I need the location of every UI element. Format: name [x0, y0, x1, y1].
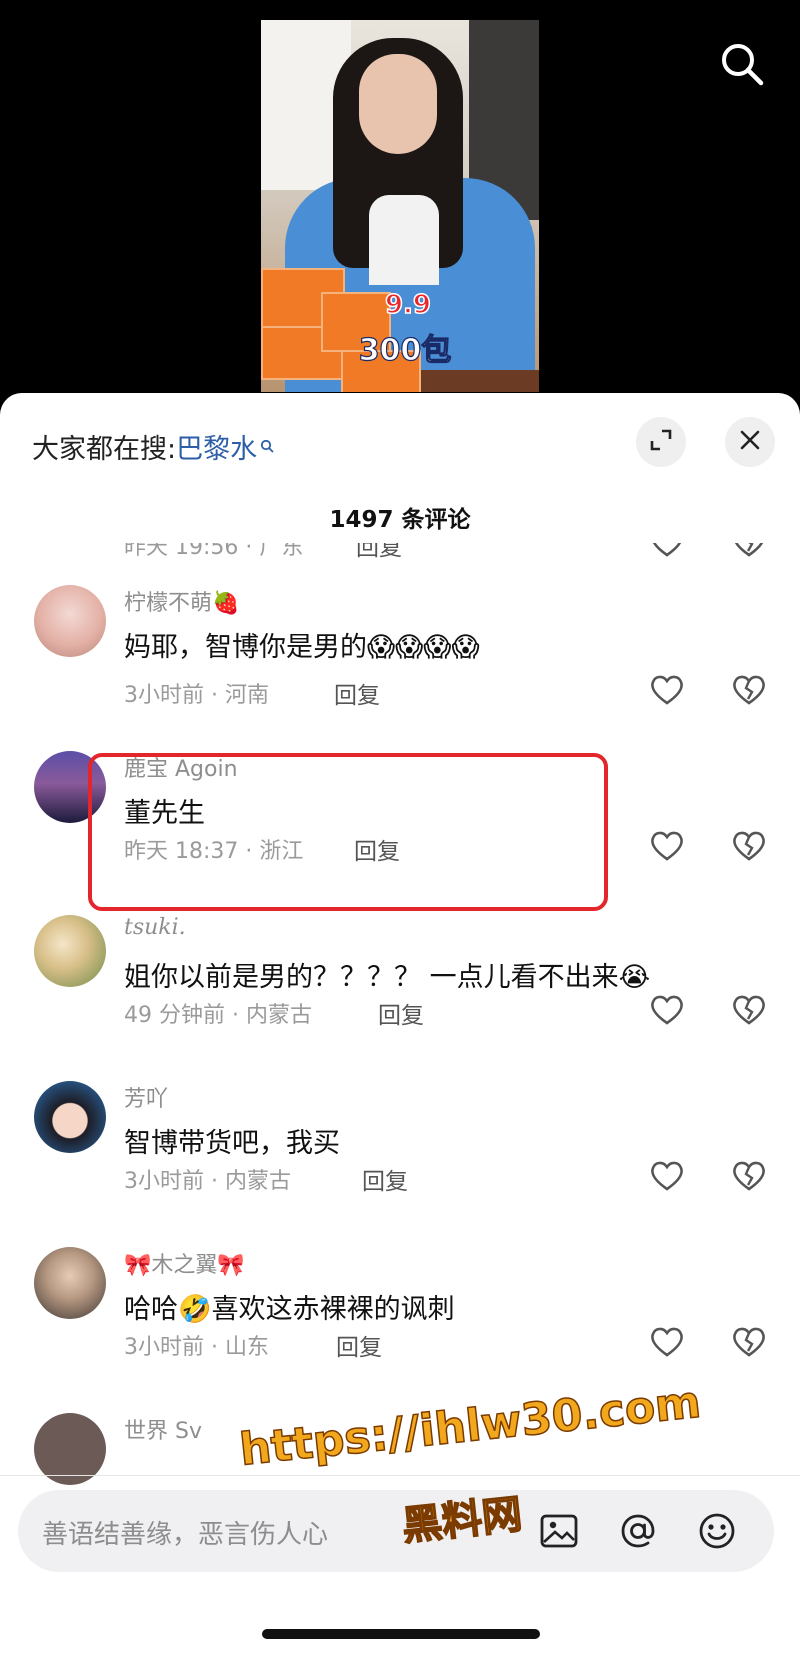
author-name[interactable]: 世界 Sv [124, 1413, 202, 1445]
comment-author[interactable]: 柠檬不萌🍓 [124, 585, 239, 617]
highlight-annotation-box [88, 753, 608, 911]
smiley-icon[interactable] [696, 1510, 738, 1552]
comment-input[interactable]: 善语结善缘，恶言伤人心 [42, 1514, 328, 1551]
comment-author[interactable]: 🎀木之翼🎀 [124, 1247, 245, 1279]
heart-icon[interactable] [648, 1157, 686, 1195]
ribbon-icon: 🎀 [217, 1253, 245, 1278]
comment-body-prefix: 哈哈 [124, 1294, 178, 1325]
heart-icon[interactable] [648, 671, 686, 709]
video-price-caption: 9.9 [384, 289, 432, 321]
comment-body: 妈耶，智博你是男的 [124, 632, 367, 663]
broken-heart-icon[interactable] [730, 827, 768, 865]
close-icon [738, 428, 762, 456]
comment-meta: 3小时前 · 山东 [124, 1335, 269, 1360]
broken-heart-icon[interactable] [730, 1323, 768, 1361]
screaming-face-icon: 😱😱😱😱 [367, 632, 480, 663]
divider [0, 1475, 800, 1476]
comment-text: 智博带货吧，我买 [124, 1128, 340, 1159]
avatar[interactable] [34, 1247, 106, 1319]
home-indicator[interactable] [262, 1629, 540, 1639]
broken-heart-icon[interactable] [730, 543, 768, 561]
hot-search-prefix: 大家都在搜: [32, 434, 177, 465]
comment-text: 哈哈🤣喜欢这赤裸裸的讽刺 [124, 1287, 455, 1326]
hot-search-keyword[interactable]: 巴黎水 [176, 434, 257, 465]
comment-count: 1497 条评论 [329, 507, 471, 533]
comment-text: 姐你以前是男的？？？？ 一点儿看不出来😭 [124, 955, 650, 994]
broken-heart-icon[interactable] [730, 1157, 768, 1195]
comment-body: 喜欢这赤裸裸的讽刺 [211, 1294, 455, 1325]
image-icon[interactable] [538, 1510, 580, 1552]
comment-meta: 49 分钟前 · 内蒙古 [124, 1003, 312, 1028]
reply-button[interactable]: 回复 [378, 996, 424, 1030]
strawberry-icon: 🍓 [212, 591, 240, 616]
author-name: 柠檬不萌 [124, 591, 213, 616]
small-search-icon [260, 429, 274, 460]
expand-icon [648, 427, 674, 457]
video-person-face [359, 54, 437, 154]
heart-icon[interactable] [648, 827, 686, 865]
broken-heart-icon[interactable] [730, 991, 768, 1029]
list-item: 柠檬不萌🍓 妈耶，智博你是男的😱😱😱😱 3小时前 · 河南 回复 [0, 585, 800, 745]
heart-icon[interactable] [648, 991, 686, 1029]
comment-composer[interactable]: 善语结善缘，恶言伤人心 [18, 1490, 774, 1572]
crying-face-icon: 😭 [618, 962, 651, 993]
avatar[interactable] [34, 915, 106, 987]
comment-meta: 3小时前 · 河南 [124, 683, 269, 708]
reply-button[interactable]: 回复 [362, 1162, 408, 1196]
ribbon-icon: 🎀 [124, 1253, 152, 1278]
comment-meta: 昨天 19:56 · 广东 [124, 543, 304, 560]
expand-button[interactable] [636, 417, 686, 467]
video-frame[interactable]: 9.9 300包 [261, 20, 539, 392]
video-quantity-caption: 300包 [358, 332, 452, 368]
hot-search-bar[interactable]: 大家都在搜:巴黎水 [32, 427, 274, 466]
comment-meta: 3小时前 · 内蒙古 [124, 1169, 291, 1194]
comment-text: 妈耶，智博你是男的😱😱😱😱 [124, 625, 480, 664]
author-name[interactable]: tsuki. [124, 915, 186, 940]
rolling-laugh-icon: 🤣 [178, 1294, 212, 1325]
comments-sheet: 大家都在搜:巴黎水 1497 条评论 昨天 19:56 · 广东 回复 柠檬不萌… [0, 393, 800, 1656]
author-name: 木之翼 [151, 1253, 218, 1278]
author-name[interactable]: 芳吖 [124, 1081, 168, 1113]
video-player[interactable]: 9.9 300包 [0, 0, 800, 410]
list-item: 芳吖 智博带货吧，我买 3小时前 · 内蒙古 回复 [0, 1081, 800, 1241]
reply-button[interactable]: 回复 [356, 543, 402, 562]
video-person-inner-shirt [369, 195, 439, 285]
search-icon[interactable] [718, 40, 766, 88]
comment-body: 姐你以前是男的？？？？ 一点儿看不出来 [124, 962, 619, 993]
broken-heart-icon[interactable] [730, 671, 768, 709]
video-table [421, 370, 539, 392]
reply-button[interactable]: 回复 [334, 676, 380, 710]
heart-icon[interactable] [648, 1323, 686, 1361]
heart-icon[interactable] [648, 543, 686, 561]
close-button[interactable] [725, 417, 775, 467]
reply-button[interactable]: 回复 [336, 1328, 382, 1362]
avatar[interactable] [34, 1081, 106, 1153]
avatar[interactable] [34, 585, 106, 657]
list-item: tsuki. 姐你以前是男的？？？？ 一点儿看不出来😭 49 分钟前 · 内蒙古… [0, 915, 800, 1075]
at-icon[interactable] [617, 1510, 659, 1552]
